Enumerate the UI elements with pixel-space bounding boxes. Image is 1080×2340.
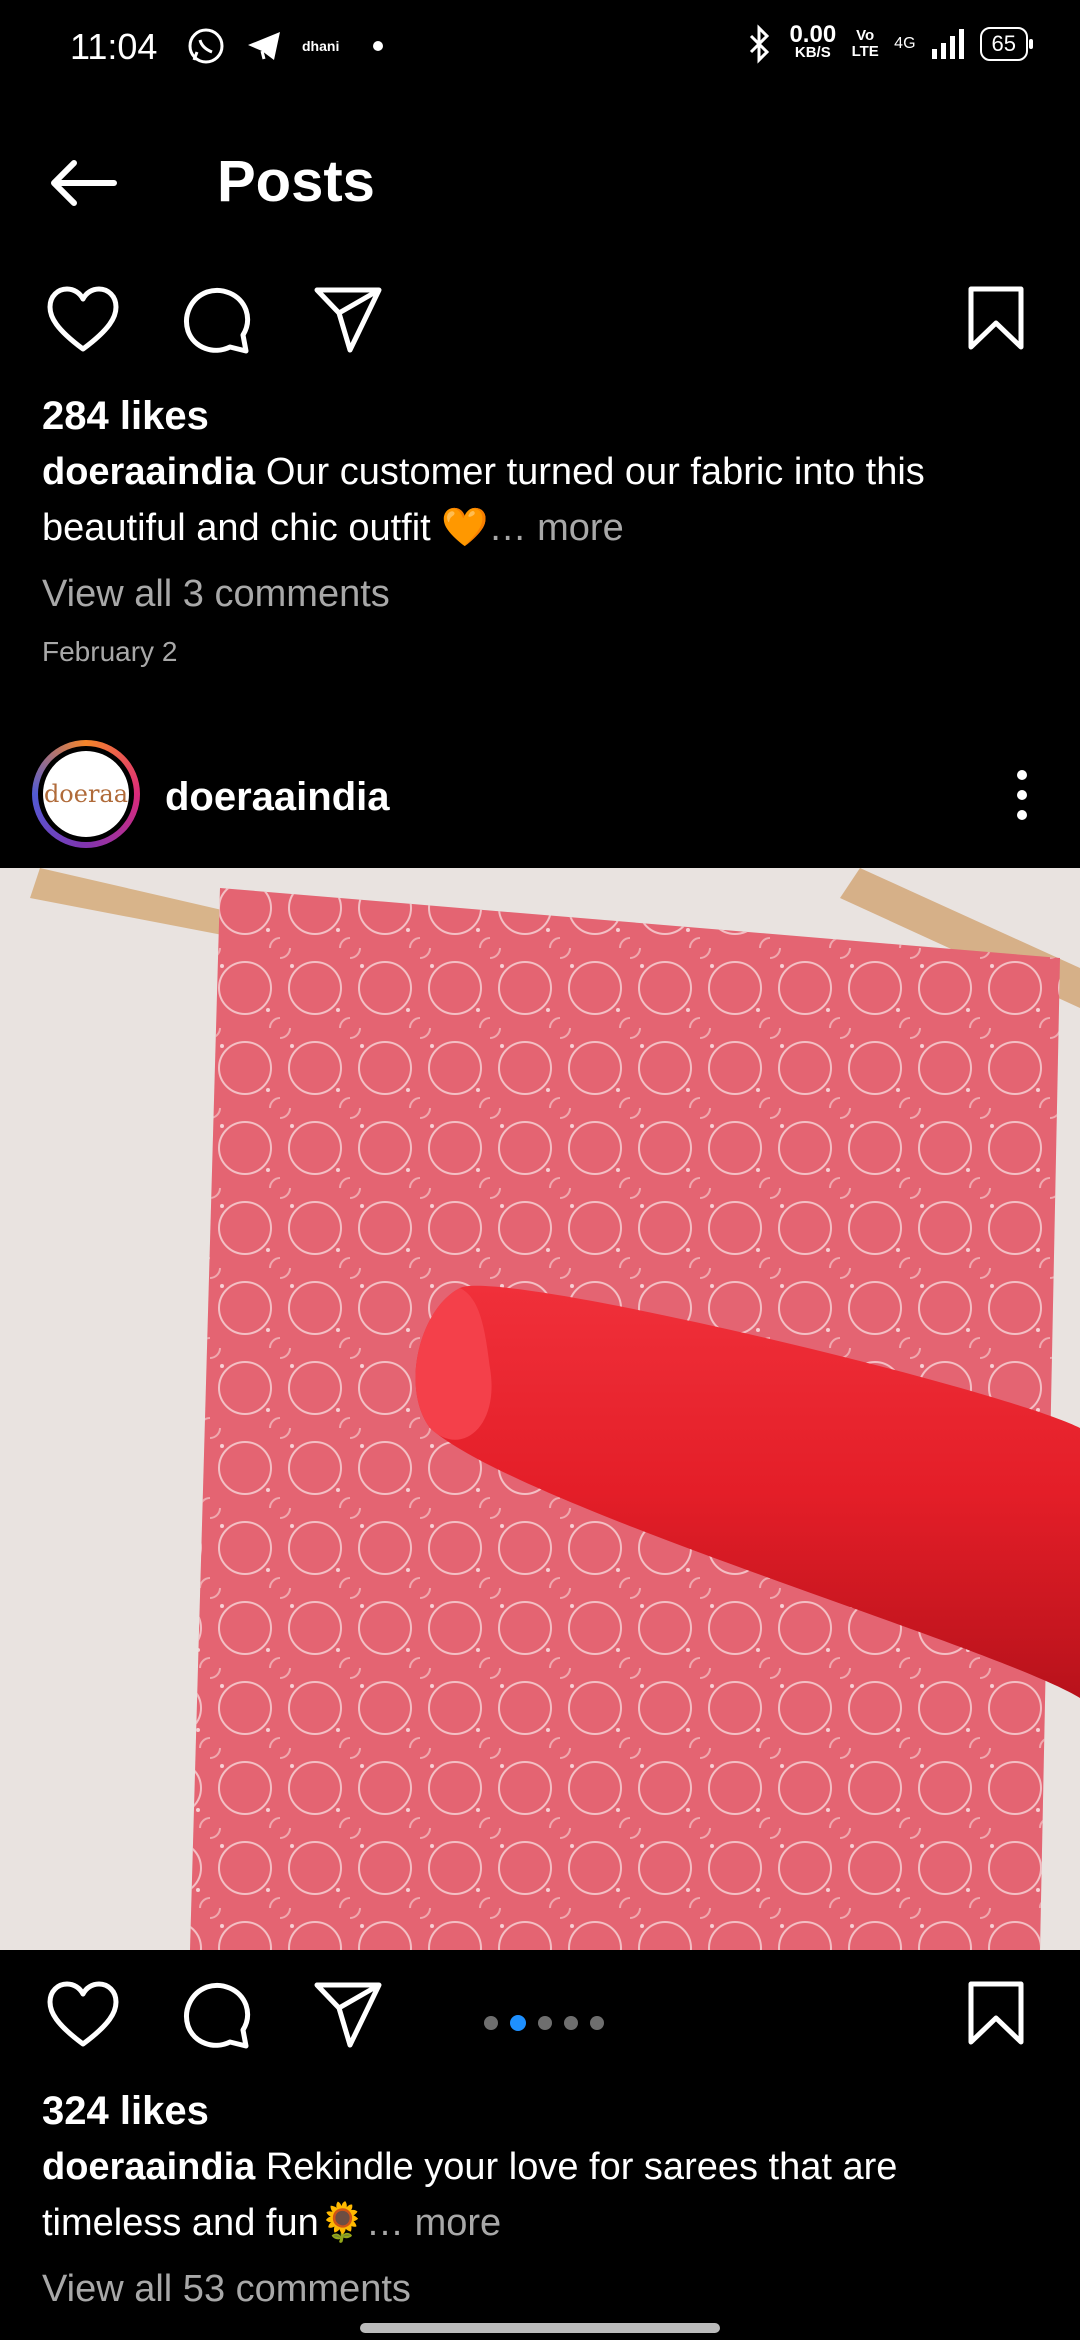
net-speed-unit: KB/S [794, 44, 831, 61]
carousel-indicator [484, 2015, 604, 2031]
post1-likes[interactable]: 284 likes [42, 388, 1040, 444]
post2-details: 324 likes doeraaindia Rekindle your love… [42, 2083, 1040, 2317]
comment-icon[interactable] [180, 285, 252, 355]
carousel-dot [564, 2016, 578, 2030]
post1-view-comments[interactable]: View all 3 comments [42, 566, 1040, 622]
post2-likes[interactable]: 324 likes [42, 2083, 1040, 2139]
post2-action-bar [0, 1980, 1080, 2070]
share-send-icon[interactable] [313, 1980, 385, 2050]
post2-header: doeraa doeraaindia [0, 735, 1080, 855]
net-speed: 0.00 [789, 21, 837, 48]
page-title: Posts [217, 149, 375, 214]
notification-dot-icon [373, 41, 384, 51]
carousel-dot [538, 2016, 552, 2030]
top-bar: Posts [0, 130, 1080, 230]
more-options-icon[interactable] [1012, 765, 1032, 825]
doeraa-logo: doeraa [43, 751, 129, 837]
post1-caption: doeraaindia Our customer turned our fabr… [42, 444, 1040, 556]
signal-icon [931, 29, 964, 59]
like-heart-icon[interactable] [46, 285, 120, 355]
bookmark-save-icon[interactable] [966, 1980, 1026, 2046]
post2-view-comments[interactable]: View all 53 comments [42, 2261, 1040, 2317]
post1-action-bar [0, 285, 1080, 375]
share-send-icon[interactable] [313, 285, 385, 355]
post1-details: 284 likes doeraaindia Our customer turne… [42, 388, 1040, 680]
whatsapp-icon [188, 28, 224, 64]
carousel-dot [484, 2016, 498, 2030]
fabric-photo [0, 868, 1080, 1950]
bookmark-save-icon[interactable] [966, 285, 1026, 351]
bluetooth-icon [750, 24, 770, 64]
post1-more-link[interactable]: … more [489, 507, 624, 549]
battery-icon: 65 [979, 27, 1034, 61]
post2-more-link[interactable]: … more [366, 2202, 501, 2244]
telegram-icon [248, 32, 280, 60]
status-bar: 11:04 dhani 0.00 KB/S Vo LTE 4G 65 [0, 0, 1080, 96]
carousel-dot [510, 2015, 526, 2031]
dhani-app-label: dhani [302, 38, 340, 54]
status-time: 11:04 [70, 26, 158, 67]
carousel-dot [590, 2016, 604, 2030]
network-type: 4G [894, 35, 916, 52]
post1-caption-username[interactable]: doeraaindia [42, 451, 255, 493]
back-arrow-icon[interactable] [44, 158, 124, 208]
home-indicator[interactable] [360, 2323, 720, 2333]
like-heart-icon[interactable] [46, 1980, 120, 2050]
post2-username[interactable]: doeraaindia [165, 775, 390, 820]
post2-caption-username[interactable]: doeraaindia [42, 2146, 255, 2188]
avatar[interactable]: doeraa [32, 740, 140, 848]
post2-image[interactable] [0, 868, 1080, 1950]
volte-label: Vo LTE [851, 27, 879, 60]
comment-icon[interactable] [180, 1980, 252, 2050]
post1-date: February 2 [42, 636, 178, 667]
post2-caption: doeraaindia Rekindle your love for saree… [42, 2139, 1040, 2251]
